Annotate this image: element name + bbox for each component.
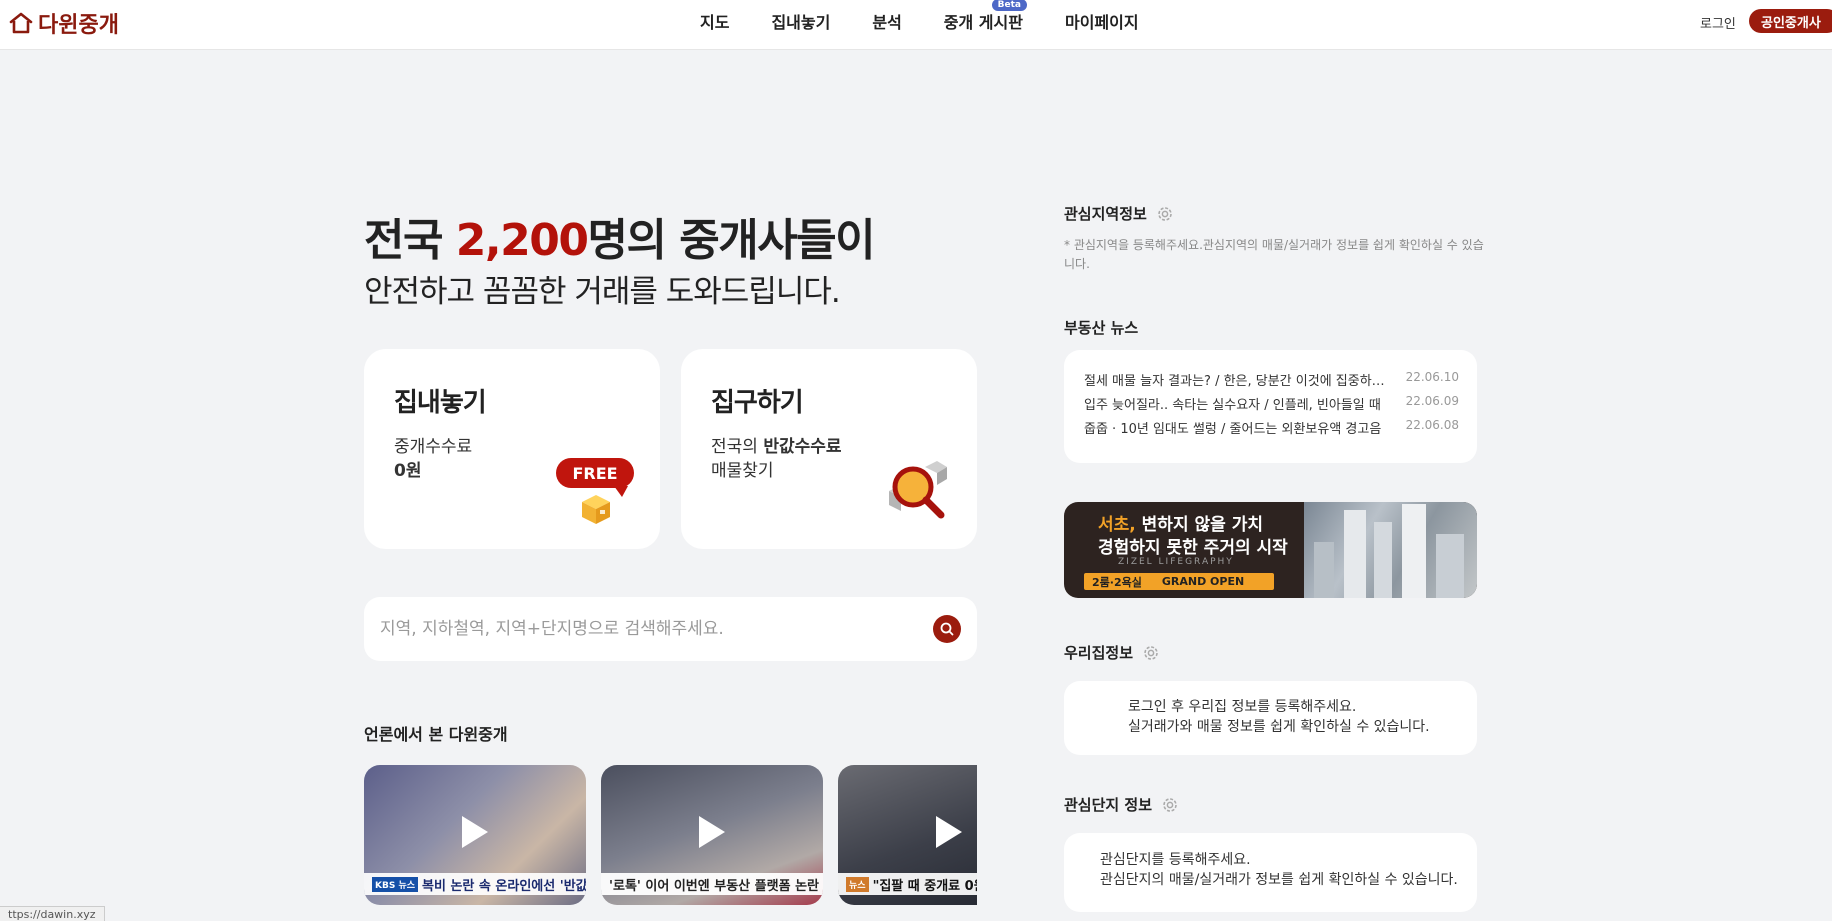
news-date: 22.06.08 [1405,418,1459,432]
nav-label: 분석 [872,13,902,32]
hero-subtitle: 안전하고 꼼꼼한 거래를 도와드립니다. [364,274,841,310]
real-estate-news-title: 부동산 뉴스 [1064,317,1138,338]
find-house-card[interactable]: 집구하기 전국의 반값수수료 매물찾기 [681,349,977,549]
interest-area-note: * 관심지역을 등록해주세요.관심지역의 매물/실거래가 정보를 쉽게 확인하실… [1064,238,1484,271]
search-input[interactable] [380,613,910,645]
my-home-title: 우리집정보 [1064,642,1161,663]
video-caption: KBS 뉴스 복비 논란 속 온라인에선 '반값 수수료' [364,873,586,895]
card-line: 중개수수료 [394,437,473,457]
gear-icon[interactable] [1155,204,1175,224]
status-bar-url: ttps://dawin.xyz [0,906,105,921]
gear-icon[interactable] [1160,795,1180,815]
login-link[interactable]: 로그인 [1700,13,1736,32]
news-item[interactable]: 절세 매물 늘자 결과는? / 한은, 당분간 이것에 집중하기로 22.06.… [1084,370,1459,389]
nav-item-list-house[interactable]: 집내놓기 [771,9,830,33]
top-navigation-bar: 다윈중개 지도 집내놓기 분석 중개 게시판 Beta 마이페이지 로그인 공인… [0,0,1832,50]
my-home-panel: 로그인 후 우리집 정보를 등록해주세요. 실거래가와 매물 정보를 쉽게 확인… [1064,681,1477,755]
play-icon [936,816,962,849]
search-box [364,597,977,661]
building-illustration [1314,504,1464,598]
nav-label: 지도 [700,13,730,32]
nav-label: 중개 게시판 [943,13,1023,32]
nav-item-analysis[interactable]: 분석 [872,9,901,33]
video-caption: 뉴스 "집팔 때 중개료 0원" 복비 [838,873,977,895]
free-badge: FREE [556,458,634,497]
card-line: 매물찾기 [711,461,774,481]
banner-headline-rest: 변하지 않을 가치 [1135,515,1263,535]
broker-button[interactable]: 공인중개사 [1749,9,1832,33]
press-video[interactable]: 뉴스 "집팔 때 중개료 0원" 복비 [838,765,977,905]
beta-badge: Beta [991,0,1027,11]
video-caption-text: "집팔 때 중개료 0원" 복비 [872,878,977,894]
card-line-prefix: 전국의 [711,437,764,457]
logo-text: 다윈중개 [38,13,119,38]
video-caption-text: '로톡' 이어 이번엔 부동산 플랫폼 논란 [609,878,819,894]
magnifier-icon [889,461,947,519]
press-video-carousel: KBS 뉴스 복비 논란 속 온라인에선 '반값 수수료' '로톡' 이어 이번… [364,765,977,905]
press-section-title: 언론에서 본 다윈중개 [364,725,508,744]
news-title: 입주 늦어질라.. 속타는 실수요자 / 인플레, 빈아들일 때 [1084,398,1381,413]
logo[interactable]: 다윈중개 [8,7,119,39]
card-title: 집내놓기 [394,388,487,418]
banner-pill: 2룸·2욕실 GRAND OPEN [1084,573,1274,590]
search-button[interactable] [933,615,961,643]
house-logo-icon [9,12,33,34]
news-title: 줍줍 · 10년 임대도 썰렁 / 줄어드는 외환보유액 경고음 [1084,422,1382,437]
video-caption-text: 복비 논란 속 온라인에선 '반값 수수료' [422,878,586,894]
nav-item-mypage[interactable]: 마이페이지 [1065,9,1139,33]
video-caption: '로톡' 이어 이번엔 부동산 플랫폼 논란 [601,873,823,895]
news-title: 절세 매물 늘자 결과는? / 한은, 당분간 이것에 집중하기로 [1084,374,1394,389]
interest-complex-title: 관심단지 정보 [1064,794,1180,815]
nav-label: 마이페이지 [1064,13,1139,32]
search-icon [940,622,954,636]
card-line-bold: 0원 [394,461,422,481]
card-line: 전국의 반값수수료 [711,432,842,457]
panel-line: 로그인 후 우리집 정보를 등록해주세요. [1128,699,1357,715]
my-home-text: 로그인 후 우리집 정보를 등록해주세요. 실거래가와 매물 정보를 쉽게 확인… [1128,697,1430,737]
banner-headline: 서초, 변하지 않을 가치 [1098,510,1263,535]
news-channel-tag: KBS 뉴스 [372,876,419,892]
panel-line: 실거래가와 매물 정보를 쉽게 확인하실 수 있습니다. [1128,719,1430,735]
news-date: 22.06.10 [1405,370,1459,384]
news-item[interactable]: 줍줍 · 10년 임대도 썰렁 / 줄어드는 외환보유액 경고음 22.06.0… [1084,418,1459,437]
nav-item-broker-board[interactable]: 중개 게시판 Beta [943,0,1027,33]
banner-brand: ZIZEL LIFEGRAPHY [1118,557,1234,567]
hero-title-number: 2,200 [455,215,589,266]
nav-item-map[interactable]: 지도 [700,9,729,33]
main-nav: 지도 집내놓기 분석 중개 게시판 Beta 마이페이지 [700,0,1181,42]
panel-line: 관심단지를 등록해주세요. [1100,852,1251,868]
interest-area-title: 관심지역정보 [1064,203,1175,224]
nav-label: 집내놓기 [771,13,831,32]
section-title-text: 부동산 뉴스 [1064,319,1139,337]
section-title-text: 우리집정보 [1064,644,1134,662]
banner-subheadline: 경험하지 못한 주거의 시작 [1098,538,1288,558]
play-icon [462,816,488,849]
news-channel-tag: 뉴스 [846,876,869,892]
news-panel: 절세 매물 늘자 결과는? / 한은, 당분간 이것에 집중하기로 22.06.… [1064,350,1477,463]
card-line-bold: 반값수수료 [763,437,842,457]
banner-pill-left: 2룸·2욕실 [1092,575,1142,589]
hero-title-prefix: 전국 [364,215,456,266]
panel-line: 관심단지의 매물/실거래가 정보를 쉽게 확인하실 수 있습니다. [1100,872,1458,888]
sell-house-card[interactable]: 집내놓기 중개수수료 0원 [364,349,660,549]
card-title: 집구하기 [711,388,804,418]
press-video[interactable]: KBS 뉴스 복비 논란 속 온라인에선 '반값 수수료' [364,765,586,905]
banner-pill-right: GRAND OPEN [1161,575,1245,588]
hero-title-suffix: 명의 중개사들이 [587,215,875,266]
press-video[interactable]: '로톡' 이어 이번엔 부동산 플랫폼 논란 [601,765,823,905]
box-icon [582,495,610,524]
ad-banner[interactable]: 서초, 변하지 않을 가치 경험하지 못한 주거의 시작 ZIZEL LIFEG… [1064,502,1477,598]
play-icon [699,816,725,849]
banner-building-image [1304,502,1477,598]
interest-complex-panel: 관심단지를 등록해주세요. 관심단지의 매물/실거래가 정보를 쉽게 확인하실 … [1064,833,1477,912]
interest-complex-text: 관심단지를 등록해주세요. 관심단지의 매물/실거래가 정보를 쉽게 확인하실 … [1100,850,1458,890]
section-title-text: 관심지역정보 [1064,205,1147,223]
hero-title: 전국 2,200명의 중개사들이 [364,204,876,268]
news-item[interactable]: 입주 늦어질라.. 속타는 실수요자 / 인플레, 빈아들일 때 22.06.0… [1084,394,1459,413]
gear-icon[interactable] [1141,643,1161,663]
section-title-text: 관심단지 정보 [1064,796,1153,814]
news-date: 22.06.09 [1405,394,1459,408]
banner-highlight: 서초, [1098,515,1136,535]
